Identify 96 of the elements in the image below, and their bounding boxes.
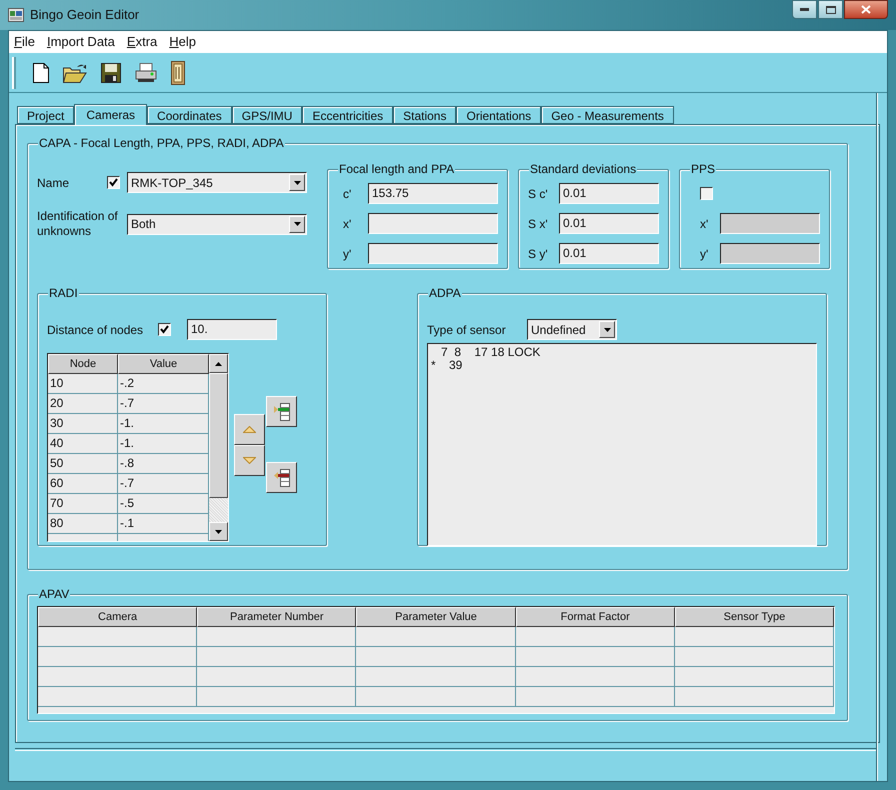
input-field[interactable]: 0.01 bbox=[559, 213, 659, 234]
maximize-icon bbox=[826, 6, 836, 14]
input-field[interactable] bbox=[368, 243, 498, 264]
maximize-button[interactable] bbox=[818, 0, 843, 19]
table-cell: 50 bbox=[48, 454, 118, 474]
group-title: CAPA - Focal Length, PPA, PPS, RADI, ADPA bbox=[38, 135, 285, 151]
table-cell: 70 bbox=[48, 494, 118, 514]
field-label: y' bbox=[699, 246, 710, 262]
up-triangle-icon bbox=[243, 426, 256, 433]
field-label: Name bbox=[37, 174, 70, 192]
dropdown[interactable]: Undefined bbox=[527, 319, 617, 340]
table-cell: 80 bbox=[48, 514, 118, 534]
group-title: Focal length and PPA bbox=[338, 161, 456, 177]
field-label: Distance of nodes bbox=[47, 322, 144, 338]
tab[interactable]: Geo - Measurements bbox=[541, 106, 674, 124]
input-field[interactable]: 10. bbox=[187, 319, 277, 340]
field-label: y' bbox=[342, 246, 352, 262]
column-header[interactable]: Value bbox=[118, 354, 209, 374]
table-cell: 10 bbox=[48, 374, 118, 394]
book-icon bbox=[171, 60, 185, 84]
down-triangle-icon bbox=[243, 457, 256, 464]
scroll-up-button[interactable] bbox=[209, 354, 228, 373]
printer-icon bbox=[135, 62, 157, 82]
table-cell: 20 bbox=[48, 394, 118, 414]
tab[interactable]: Project bbox=[17, 106, 74, 124]
caret-icon bbox=[604, 328, 610, 332]
menu-item[interactable]: Import Data bbox=[46, 32, 115, 52]
dropdown-arrow-button[interactable] bbox=[289, 174, 305, 191]
column-header[interactable]: Parameter Value bbox=[356, 607, 516, 627]
dropdown-value: RMK-TOP_345 bbox=[130, 174, 214, 192]
column-header[interactable]: Node bbox=[48, 354, 118, 374]
tab[interactable]: Stations bbox=[393, 106, 456, 124]
menu-item[interactable]: File bbox=[14, 32, 35, 52]
column-header[interactable]: Sensor Type bbox=[674, 607, 834, 627]
column-header[interactable]: Format Factor bbox=[516, 607, 675, 627]
insert-row-button[interactable] bbox=[266, 396, 297, 427]
dropdown-value: Undefined bbox=[530, 322, 587, 338]
input-field[interactable]: 0.01 bbox=[559, 243, 659, 264]
move-down-button[interactable] bbox=[234, 445, 265, 476]
down-arrow-icon bbox=[215, 530, 222, 534]
table-cell: 60 bbox=[48, 474, 118, 494]
table-cell: 30 bbox=[48, 414, 118, 434]
window-title: Bingo Geoin Editor bbox=[30, 6, 140, 24]
input-field[interactable] bbox=[368, 213, 498, 234]
menu-item[interactable]: Extra bbox=[126, 32, 158, 52]
checkbox[interactable] bbox=[107, 176, 120, 189]
column-header[interactable]: Parameter Number bbox=[197, 607, 356, 627]
scrollbar[interactable] bbox=[209, 354, 228, 541]
toolbar-grip-icon bbox=[12, 56, 17, 88]
tab[interactable]: GPS/IMU bbox=[232, 106, 302, 124]
text-line: 7 8 17 18 LOCK bbox=[440, 346, 542, 359]
scroll-thumb[interactable] bbox=[209, 373, 228, 498]
field-label: x' bbox=[699, 216, 710, 232]
check-icon bbox=[160, 325, 169, 334]
menu-item[interactable]: Help bbox=[169, 32, 196, 52]
field-label: Identification of unknowns bbox=[37, 209, 119, 239]
app-icon bbox=[8, 8, 24, 22]
field-label: S y' bbox=[528, 246, 549, 262]
field-label: S c' bbox=[528, 186, 549, 202]
up-arrow-icon bbox=[215, 362, 222, 366]
table-cell: 40 bbox=[48, 434, 118, 454]
field-label: c' bbox=[342, 186, 352, 202]
dropdown-arrow-button[interactable] bbox=[599, 321, 615, 338]
scroll-down-button[interactable] bbox=[209, 522, 228, 541]
dropdown[interactable]: RMK-TOP_345 bbox=[127, 172, 307, 193]
dropdown-arrow-button[interactable] bbox=[289, 216, 305, 232]
dropdown-value: Both bbox=[130, 216, 157, 233]
column-header[interactable]: Camera bbox=[38, 607, 198, 627]
close-icon bbox=[861, 5, 871, 14]
close-button[interactable] bbox=[844, 0, 888, 19]
new-file-icon bbox=[33, 62, 49, 82]
text-line: * 39 bbox=[431, 359, 464, 372]
tab[interactable]: Cameras bbox=[74, 104, 148, 125]
insert-row-icon bbox=[274, 402, 290, 420]
field-label: x' bbox=[342, 216, 352, 232]
toolbar-button[interactable] bbox=[169, 60, 187, 86]
open-folder-icon bbox=[63, 62, 87, 82]
caret-icon bbox=[294, 180, 300, 184]
dropdown[interactable]: Both bbox=[127, 214, 307, 234]
checkbox[interactable] bbox=[158, 323, 171, 336]
minimize-button[interactable] bbox=[792, 0, 817, 19]
checkbox[interactable] bbox=[700, 187, 713, 200]
delete-row-button[interactable] bbox=[266, 462, 297, 493]
minimize-icon bbox=[800, 8, 809, 11]
field-label: S x' bbox=[528, 216, 549, 232]
check-icon bbox=[109, 178, 118, 187]
input-field[interactable]: 0.01 bbox=[559, 183, 659, 204]
caret-icon bbox=[294, 222, 300, 226]
move-up-button[interactable] bbox=[234, 414, 265, 445]
text-area[interactable]: 7 8 17 18 LOCK * 39 bbox=[427, 343, 817, 546]
input-field[interactable]: 153.75 bbox=[368, 183, 498, 204]
delete-row-icon bbox=[274, 468, 290, 486]
tab[interactable]: Orientations bbox=[456, 106, 542, 124]
tab[interactable]: Coordinates bbox=[147, 106, 232, 124]
field-label: Type of sensor bbox=[427, 322, 507, 338]
tab[interactable]: Eccentricities bbox=[302, 106, 394, 124]
